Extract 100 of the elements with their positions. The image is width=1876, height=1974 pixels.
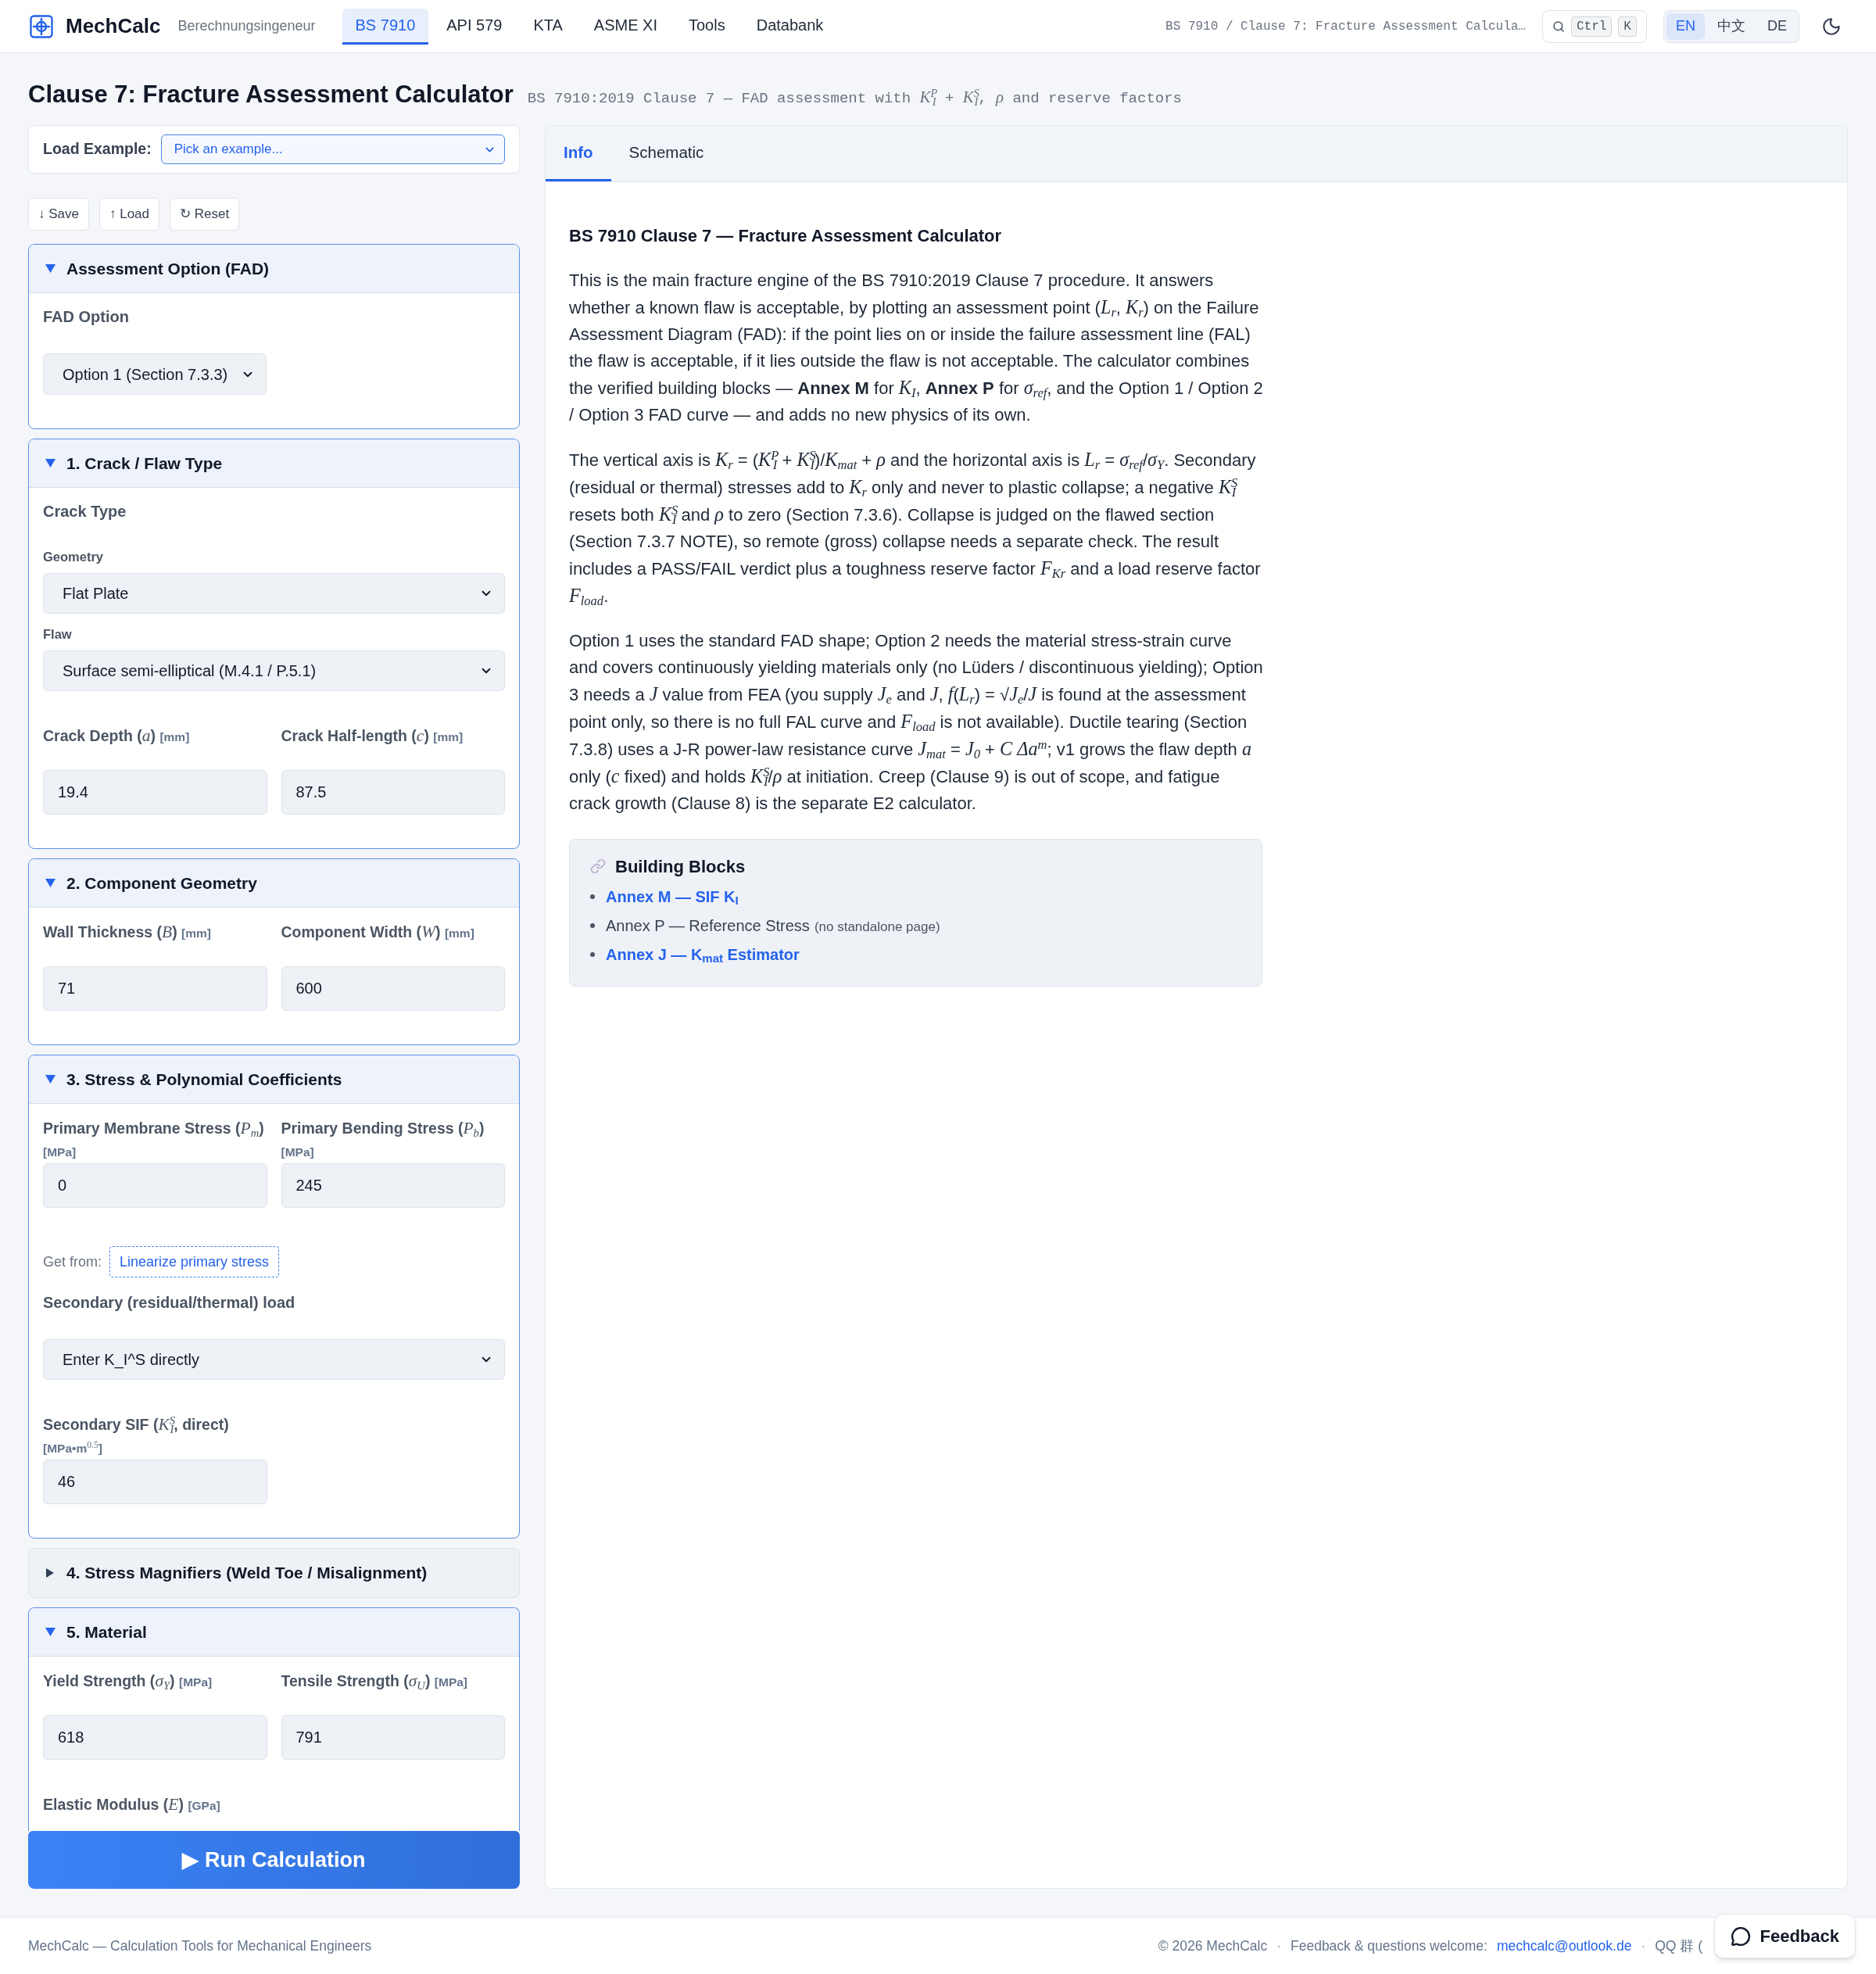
search-button[interactable]: Ctrl K [1541,9,1647,43]
chain-link-icon [590,858,606,874]
search-icon [1552,20,1565,33]
field-label: Flaw [43,626,73,643]
unit-label: [MPa] [434,1675,467,1689]
bullet-icon [590,951,595,957]
info-paragraph: This is the main fracture engine of the BS 7910:2019 Clause 7 procedure. It answers whether a known flaw is acceptable, by plotting an assessment point (L$_{r}$, K$_{r}$) on the Failure Assessment Diagram (FAD): if the point lies on or inside the failure assessment line (FAL) the flaw is acceptable, if it lies outside the flaw is not acceptable. The calculator combines the verified building blocks — Annex M for K$_{I}$, Annex P for σ$_{ref}$, and the Option 1 / Option 2 / Option 3 FAD curve — and adds no new physics of its own. [569,270,1264,426]
page-subtitle: BS 7910:2019 Clause 7 — FAD assessment with K$^{P}$$_{I}$ + K$^{S}$$_{I}$, ρ and reserve factors [527,85,1183,109]
field-label: Primary Bending Stress (P$_{b}$) [281,1120,485,1137]
bullet-icon [590,923,595,928]
field-label: Crack Depth (a) [43,727,156,744]
annex-link[interactable]: Annex J — K$_{mat}$ Estimator [606,942,800,966]
footer-tagline: MechCalc — Calculation Tools for Mechanical Engineers [28,1936,372,1955]
unit-label: [MPa•m$^{0.5}$] [43,1442,102,1455]
unit-label: [mm] [444,926,474,940]
caret-right-icon [46,1568,54,1578]
unit-label: [MPa] [281,1145,314,1159]
unit-label: [mm] [181,926,211,940]
field-label: Elastic Modulus (E) [43,1796,184,1813]
linearize-link[interactable]: Linearize primary stress [109,1246,280,1277]
file-button[interactable]: ↻ Reset [170,198,240,231]
unit-label: [MPa] [43,1145,77,1159]
separator: · [1641,1936,1646,1955]
field-label: Primary Membrane Stress (P$_{m}$) [43,1120,264,1137]
footer-text: QQ 群 ( [1655,1936,1702,1955]
section-header[interactable]: 1. Crack / Flaw Type [29,439,519,488]
note-text: (no standalone page) [814,918,940,936]
dropdown[interactable]: Flat Plate [43,573,505,614]
language-option[interactable]: DE [1758,13,1796,40]
panel-tab[interactable]: Info [546,126,611,181]
field-label: Component Width (W) [281,923,441,940]
nav-tab[interactable]: Tools [675,8,739,45]
number-input[interactable]: 791 [281,1715,505,1760]
file-button[interactable]: ↑ Load [99,198,160,231]
shortcut-key: Ctrl [1570,16,1613,37]
unit-label: [mm] [159,730,190,743]
source-prefix: Get from: [43,1252,102,1271]
number-input[interactable]: 618 [43,1715,267,1760]
run-calculation-button[interactable]: ▶ Run Calculation [28,1831,520,1889]
building-blocks-title: Building Blocks [615,855,746,878]
speech-bubble-icon [1730,1926,1751,1947]
section-header[interactable]: 4. Stress Magnifiers (Weld Toe / Misalignment) [29,1549,519,1597]
breadcrumb: BS 7910 / Clause 7: Fracture Assessment Calcula… [1165,18,1526,35]
load-example-label: Load Example: [43,139,152,159]
caret-down-icon [45,459,55,468]
shortcut-key: K [1618,16,1637,37]
logo-text: MechCalc [66,13,161,39]
nav-tab[interactable]: ASME XI [580,8,671,45]
dropdown[interactable]: Enter K_I^S directly [43,1339,505,1380]
unit-label: [mm] [433,730,464,743]
nav-tab[interactable]: Databank [743,8,837,45]
field-label: Crack Half-length (c) [281,727,429,744]
field-label: Tensile Strength (σ$_{U}$) [281,1672,431,1689]
example-dropdown[interactable]: Pick an example... [160,134,505,164]
feedback-button[interactable]: Feedback [1713,1914,1856,1958]
number-input[interactable]: 0 [43,1163,267,1208]
caret-down-icon [45,1075,55,1084]
block-text: Annex P — Reference Stress [606,915,810,936]
footer-text: © 2026 MechCalc [1158,1936,1268,1955]
field-label: Wall Thickness (B) [43,923,177,940]
number-input[interactable]: 71 [43,966,267,1011]
group-heading: Crack Type [43,502,127,521]
language-option[interactable]: 中文 [1708,13,1755,40]
moon-icon[interactable] [1821,16,1842,37]
unit-label: [GPa] [188,1799,220,1812]
caret-down-icon [45,879,55,887]
field-label: Yield Strength (σ$_{Y}$) [43,1672,175,1689]
panel-tab[interactable]: Schematic [610,126,722,181]
number-input[interactable]: 46 [43,1460,267,1504]
tagline: Berechnungsingeneur [177,17,316,35]
number-input[interactable]: 245 [281,1163,505,1208]
number-input[interactable]: 600 [281,966,505,1011]
nav-tab[interactable]: BS 7910 [342,8,429,45]
language-option[interactable]: EN [1666,13,1705,40]
dropdown[interactable]: Surface semi-elliptical (M.4.1 / P.5.1) [43,650,505,691]
file-button[interactable]: ↓ Save [28,198,89,231]
footer-text: Feedback & questions welcome: [1291,1936,1488,1955]
email-link[interactable]: mechcalc@outlook.de [1496,1935,1632,1957]
section-header[interactable]: 2. Component Geometry [29,859,519,908]
field-label: Secondary SIF (K$^{S}$$_{I}$, direct) [43,1416,229,1433]
field-label: Geometry [43,549,105,565]
page-title: Clause 7: Fracture Assessment Calculator [28,80,514,109]
section-header[interactable]: 3. Stress & Polynomial Coefficients [29,1055,519,1104]
annex-link[interactable]: Annex M — SIF K$_{I}$ [606,884,739,908]
unit-label: [MPa] [179,1675,213,1689]
number-input[interactable]: 19.4 [43,770,267,815]
section-header[interactable]: Assessment Option (FAD) [29,245,519,293]
nav-tab[interactable]: API 579 [433,8,516,45]
bullet-icon [590,894,595,899]
info-paragraph: Option 1 uses the standard FAD shape; Option 2 needs the material stress-strain curve and covers continuously yielding materials only (no Lüders / discontinuous yielding); Option 3 needs a J value from FEA (you supply J$_{e}$ and J, f(L$_{r}$) = √J$_{e}$/J is found at the assessment point only, so there is no full FAL curve and F$_{load}$ is not available). Ductile tearing (Section 7.3.8) uses a J-R power-law resistance curve J$_{mat}$ = J$_{0}$ + C Δa$^{m}$; v1 grows the flaw depth a only (c fixed) and holds K$^{S}$$_{I}$/ρ at initiation. Creep (Clause 9) is out of scope, and fatigue crack growth (Clause 8) is the separate E2 calculator. [569,630,1264,815]
separator: · [1276,1936,1281,1955]
caret-down-icon [45,1628,55,1636]
number-input[interactable]: 87.5 [281,770,505,815]
nav-tab[interactable]: KTA [520,8,576,45]
group-heading: FAD Option [43,307,130,327]
caret-down-icon [45,264,55,273]
dropdown[interactable]: Option 1 (Section 7.3.3) [43,353,267,395]
section-header[interactable]: 5. Material [29,1608,519,1657]
group-heading: Secondary (residual/thermal) load [43,1293,296,1313]
info-heading: BS 7910 Clause 7 — Fracture Assessment Calculator [569,225,1003,247]
